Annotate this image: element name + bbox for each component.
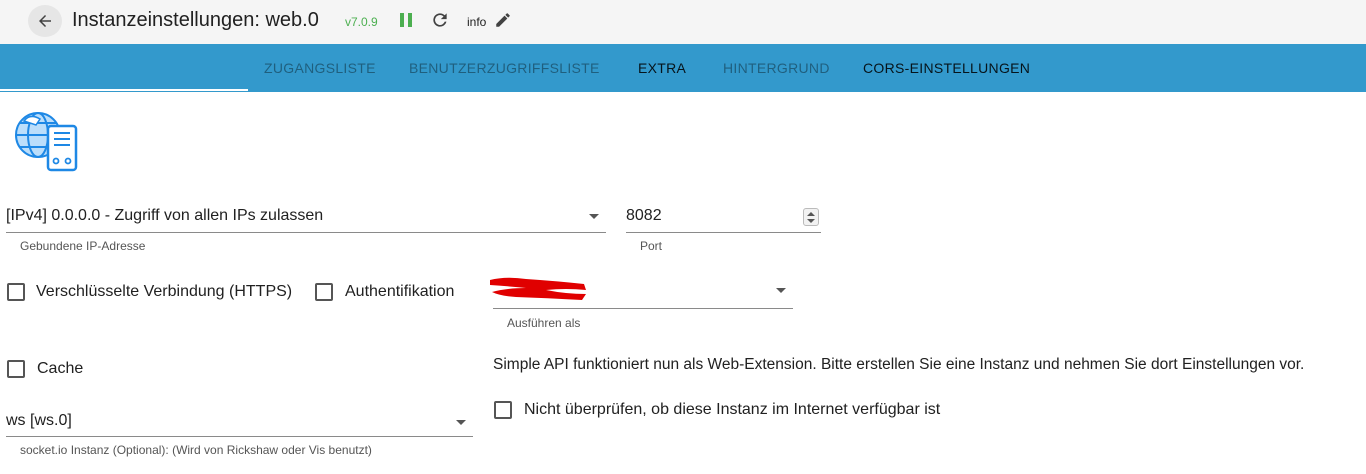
bind-ip-select[interactable]: [IPv4] 0.0.0.0 - Zugriff von allen IPs z… <box>6 207 323 225</box>
pencil-icon[interactable] <box>494 11 512 29</box>
tab-extra[interactable]: EXTRA <box>638 44 686 92</box>
socketio-dropdown-arrow[interactable] <box>456 420 466 425</box>
back-button[interactable] <box>28 5 62 37</box>
simple-api-note: Simple API funktioniert nun als Web-Exte… <box>493 356 1305 373</box>
arrow-left-icon <box>39 15 51 27</box>
page-title: Instanzeinstellungen: web.0 <box>72 9 319 31</box>
pause-icon[interactable] <box>398 11 414 29</box>
auth-label: Authentifikation <box>345 283 455 300</box>
socketio-select[interactable]: ws [ws.0] <box>6 412 72 430</box>
bind-ip-underline <box>6 232 606 233</box>
web-adapter-logo <box>15 112 78 172</box>
run-as-helper: Ausführen als <box>507 316 581 330</box>
https-label: Verschlüsselte Verbindung (HTTPS) <box>36 283 293 300</box>
socketio-underline <box>6 436 473 437</box>
port-input[interactable]: 8082 <box>626 207 662 225</box>
cache-label: Cache <box>37 360 84 377</box>
tab-bar: ZUGANGSLISTE BENUTZERZUGRIFFSLISTE EXTRA… <box>0 44 1366 92</box>
tab-cors-settings[interactable]: CORS-EINSTELLUNGEN <box>863 44 1030 92</box>
no-check-label: Nicht überprüfen, ob diese Instanz im In… <box>524 401 941 418</box>
run-as-select[interactable] <box>493 308 793 309</box>
tab-user-access-list[interactable]: BENUTZERZUGRIFFSLISTE <box>409 44 600 92</box>
port-helper: Port <box>640 239 663 253</box>
tab-indicator <box>0 89 248 91</box>
run-as-dropdown-arrow[interactable] <box>776 288 786 293</box>
tab-background[interactable]: HINTERGRUND <box>723 44 830 92</box>
auth-checkbox[interactable] <box>315 283 333 301</box>
reload-icon[interactable] <box>430 10 450 30</box>
bind-ip-dropdown-arrow[interactable] <box>589 214 599 219</box>
bind-ip-helper: Gebundene IP-Adresse <box>20 239 146 253</box>
port-stepper[interactable] <box>803 208 819 226</box>
info-label: info <box>467 15 487 29</box>
https-checkbox[interactable] <box>7 283 25 301</box>
cache-checkbox[interactable] <box>7 360 25 378</box>
redacted-value <box>490 277 586 300</box>
socketio-helper: socket.io Instanz (Optional): (Wird von … <box>20 443 372 457</box>
version-label: v7.0.9 <box>345 15 378 29</box>
title-bar: Instanzeinstellungen: web.0 v7.0.9 info <box>0 0 1366 44</box>
tab-access-list[interactable]: ZUGANGSLISTE <box>264 44 376 92</box>
no-check-checkbox[interactable] <box>494 401 512 419</box>
port-underline <box>626 232 821 233</box>
